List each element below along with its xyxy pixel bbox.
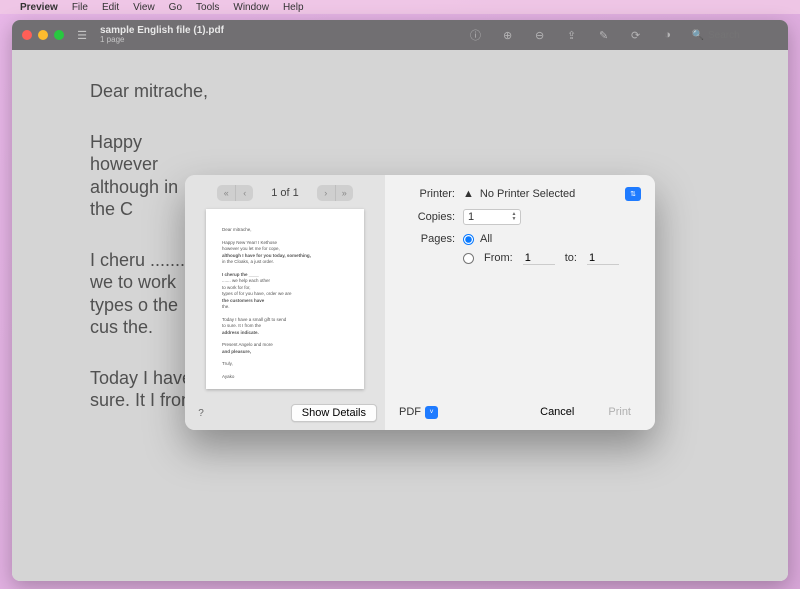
- stepper-arrows-icon[interactable]: ▲▼: [508, 211, 520, 223]
- pages-all-option[interactable]: All: [463, 233, 619, 245]
- pages-from-input[interactable]: [523, 251, 555, 265]
- print-preview-pane: « ‹ 1 of 1 › » Dear mitrache, Happy New …: [185, 175, 385, 430]
- toolbar-tools: ⓘ ⊕ ⊖ ⇪ ✎ ⟳ ◑ 🔍: [468, 27, 778, 43]
- sidebar-toggle-icon[interactable]: ☰: [74, 27, 90, 43]
- markup-icon[interactable]: ✎: [596, 27, 612, 43]
- share-icon[interactable]: ⇪: [564, 27, 580, 43]
- search-input[interactable]: [708, 30, 778, 41]
- prev-page-icon[interactable]: ‹: [235, 185, 253, 201]
- minimize-button[interactable]: [38, 30, 48, 40]
- macos-menubar: Preview File Edit View Go Tools Window H…: [0, 0, 800, 14]
- menu-go[interactable]: Go: [169, 2, 182, 13]
- highlight-icon[interactable]: ◑: [660, 27, 676, 43]
- search-icon: 🔍: [692, 30, 704, 41]
- pages-label: Pages:: [399, 233, 455, 245]
- menu-view[interactable]: View: [133, 2, 155, 13]
- copies-value[interactable]: 1: [464, 211, 508, 223]
- pages-to-input[interactable]: [587, 251, 619, 265]
- show-details-button[interactable]: Show Details: [291, 404, 377, 422]
- titlebar: ☰ sample English file (1).pdf 1 page ⓘ ⊕…: [12, 20, 788, 50]
- print-button[interactable]: Print: [598, 404, 641, 420]
- menu-file[interactable]: File: [72, 2, 88, 13]
- zoom-in-icon[interactable]: ⊕: [500, 27, 516, 43]
- chevron-down-icon: ˅: [425, 406, 438, 419]
- rotate-icon[interactable]: ⟳: [628, 27, 644, 43]
- help-button[interactable]: ?: [193, 405, 209, 421]
- doc-paragraph: Dear mitrache,: [90, 80, 710, 103]
- warning-icon: ▲: [463, 188, 474, 200]
- copies-stepper[interactable]: 1 ▲▼: [463, 209, 521, 225]
- doc-paragraph: Happy however although in the C: [90, 131, 190, 221]
- printer-label: Printer:: [399, 188, 455, 200]
- page-indicator: 1 of 1: [271, 187, 299, 199]
- print-dialog: « ‹ 1 of 1 › » Dear mitrache, Happy New …: [185, 175, 655, 430]
- next-page-icon[interactable]: ›: [317, 185, 335, 201]
- menu-edit[interactable]: Edit: [102, 2, 119, 13]
- first-page-icon[interactable]: «: [217, 185, 235, 201]
- close-button[interactable]: [22, 30, 32, 40]
- pages-all-radio[interactable]: [463, 234, 474, 245]
- window-subtitle: 1 page: [100, 36, 224, 44]
- search-field[interactable]: 🔍: [692, 30, 778, 41]
- dropdown-arrows-icon[interactable]: ⇅: [625, 187, 641, 201]
- doc-paragraph: I cheru ....... we to work types o the c…: [90, 249, 190, 339]
- copies-label: Copies:: [399, 211, 455, 223]
- pages-range-radio[interactable]: [463, 253, 474, 264]
- zoom-out-icon[interactable]: ⊖: [532, 27, 548, 43]
- prev-page-segment[interactable]: « ‹: [217, 185, 253, 201]
- menu-help[interactable]: Help: [283, 2, 304, 13]
- next-page-segment[interactable]: › »: [317, 185, 353, 201]
- menu-tools[interactable]: Tools: [196, 2, 219, 13]
- info-icon[interactable]: ⓘ: [468, 27, 484, 43]
- app-menu[interactable]: Preview: [20, 2, 58, 13]
- pages-range-option[interactable]: From: to:: [463, 251, 619, 265]
- print-options-pane: Printer: ▲ No Printer Selected ⇅ Copies:…: [385, 175, 655, 430]
- page-thumbnail: Dear mitrache, Happy New Year! I Kethose…: [206, 209, 364, 389]
- cancel-button[interactable]: Cancel: [530, 404, 584, 420]
- printer-value: No Printer Selected: [480, 188, 619, 200]
- last-page-icon[interactable]: »: [335, 185, 353, 201]
- menu-window[interactable]: Window: [233, 2, 269, 13]
- printer-select[interactable]: ▲ No Printer Selected ⇅: [463, 187, 641, 201]
- pdf-popup-button[interactable]: PDF ˅: [399, 406, 438, 419]
- window-title-block: sample English file (1).pdf 1 page: [100, 26, 224, 45]
- zoom-button[interactable]: [54, 30, 64, 40]
- traffic-lights: [22, 30, 64, 40]
